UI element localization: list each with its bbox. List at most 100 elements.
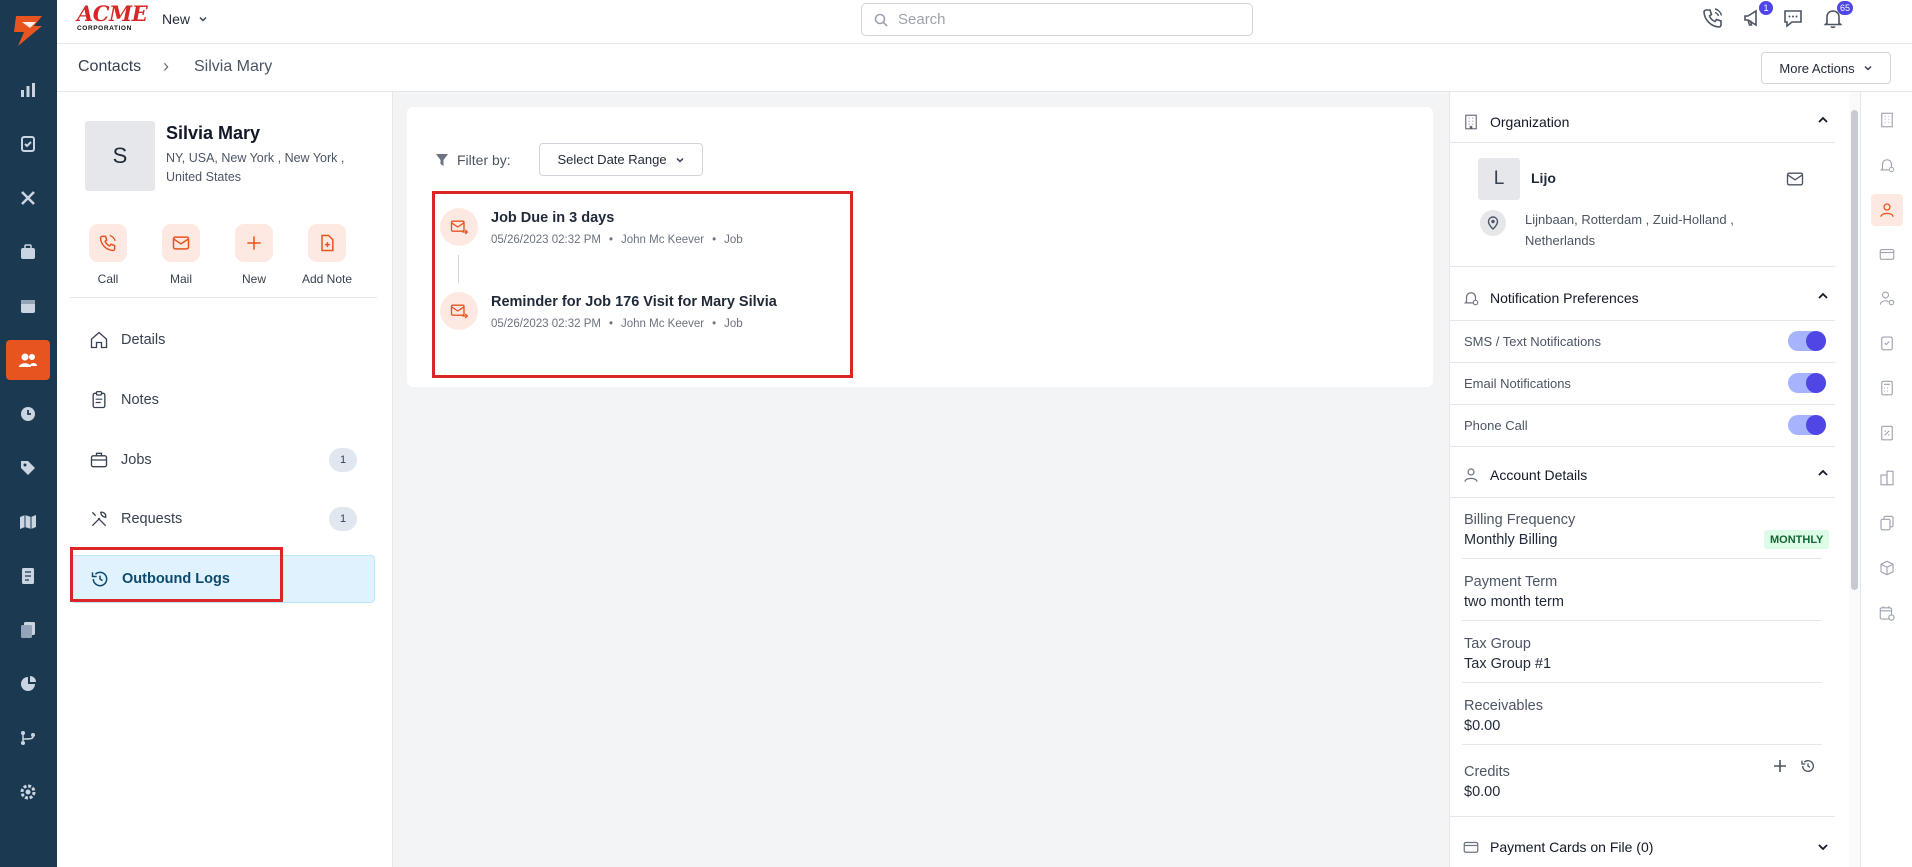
divider (1450, 816, 1835, 817)
chevron-down-icon (199, 16, 207, 22)
reports-nav-icon[interactable] (6, 664, 50, 704)
billing-frequency-label: Billing Frequency (1464, 512, 1576, 528)
notification-section-header[interactable]: Notification Preferences (1462, 286, 1840, 310)
megaphone-icon[interactable]: 1 (1741, 1, 1773, 32)
phone-icon[interactable] (1701, 6, 1727, 32)
home-icon (90, 331, 108, 349)
building-icon (1465, 114, 1477, 130)
notification-badge: 65 (1836, 1, 1853, 15)
organization-section-header[interactable]: Organization (1462, 110, 1840, 134)
bell-icon[interactable]: 65 (1821, 1, 1853, 32)
date-range-select[interactable]: Select Date Range (539, 143, 703, 176)
company-logo[interactable]: ACME CORPORATION (77, 3, 148, 33)
chat-icon[interactable] (1781, 6, 1807, 32)
payment-term-value: two month term (1464, 594, 1564, 610)
contact-nav-requests[interactable]: Requests 1 (71, 495, 375, 543)
tax-shortcut-icon[interactable] (1871, 417, 1903, 449)
phone-call-toggle[interactable] (1788, 415, 1826, 435)
account-shortcut-icon[interactable] (1871, 194, 1903, 226)
divider (1462, 558, 1822, 559)
chevron-down-icon (1818, 844, 1828, 851)
settings-nav-icon[interactable] (6, 772, 50, 812)
organization-shortcut-icon[interactable] (1871, 104, 1903, 136)
user-settings-shortcut-icon[interactable] (1871, 282, 1903, 314)
credits-label: Credits (1464, 764, 1510, 780)
schedule-shortcut-icon[interactable] (1871, 597, 1903, 629)
user-icon (1464, 468, 1478, 482)
organization-name[interactable]: Lijo (1531, 170, 1556, 186)
billing-frequency-value: Monthly Billing (1464, 532, 1558, 548)
contact-nav-details[interactable]: Details (71, 316, 375, 364)
package-shortcut-icon[interactable] (1871, 552, 1903, 584)
time-nav-icon[interactable] (6, 394, 50, 434)
tags-nav-icon[interactable] (6, 448, 50, 488)
map-nav-icon[interactable] (6, 502, 50, 542)
sms-toggle[interactable] (1788, 331, 1826, 351)
divider (1450, 142, 1835, 143)
search-input[interactable]: Search (861, 3, 1253, 36)
documents-nav-icon[interactable] (6, 610, 50, 650)
copy-shortcut-icon[interactable] (1871, 507, 1903, 539)
chevron-up-icon (1818, 469, 1828, 476)
details-scrollbar[interactable] (1849, 92, 1860, 867)
billing-badge: MONTHLY (1764, 530, 1830, 549)
credits-value: $0.00 (1464, 784, 1501, 800)
account-section-header[interactable]: Account Details (1462, 463, 1840, 487)
calculator-shortcut-icon[interactable] (1871, 372, 1903, 404)
contact-nav-outbound-logs[interactable]: Outbound Logs (71, 555, 375, 603)
email-toggle[interactable] (1788, 373, 1826, 393)
payment-card-shortcut-icon[interactable] (1871, 238, 1903, 270)
new-button[interactable]: New (214, 224, 294, 286)
add-note-icon (321, 234, 334, 252)
mail-button[interactable]: Mail (141, 224, 221, 286)
mail-icon (172, 236, 190, 250)
main-nav-rail (0, 0, 57, 867)
receivables-label: Receivables (1464, 698, 1543, 714)
payment-term-label: Payment Term (1464, 574, 1558, 590)
add-credit-icon[interactable] (1772, 758, 1788, 774)
add-note-button[interactable]: Add Note (287, 224, 367, 286)
breadcrumb: Contacts › Silvia Mary More Actions (57, 44, 1912, 92)
invoice-nav-icon[interactable] (6, 556, 50, 596)
outbound-logs-card: Filter by: Select Date Range Job Due in … (407, 107, 1433, 387)
credit-history-icon[interactable] (1800, 758, 1816, 774)
company-shortcut-icon[interactable] (1871, 462, 1903, 494)
scrollbar-thumb[interactable] (1851, 110, 1858, 590)
new-dropdown-button[interactable]: New (162, 11, 208, 27)
log-meta: 05/26/2023 02:32 PM • John Mc Keever • Job (491, 234, 743, 246)
mail-icon[interactable] (1785, 169, 1805, 189)
megaphone-badge: 1 (1759, 1, 1773, 15)
tax-group-value: Tax Group #1 (1464, 656, 1552, 672)
breadcrumb-separator-icon: › (163, 56, 169, 76)
contact-nav-jobs[interactable]: Jobs 1 (71, 436, 375, 484)
notification-shortcut-icon[interactable] (1871, 149, 1903, 181)
app-logo-icon[interactable] (8, 10, 48, 50)
call-button[interactable]: Call (68, 224, 148, 286)
contacts-nav-icon[interactable] (6, 340, 50, 380)
divider (1462, 682, 1822, 683)
checklist-shortcut-icon[interactable] (1871, 327, 1903, 359)
phone-call-row: Phone Call (1464, 413, 1834, 437)
more-actions-button[interactable]: More Actions (1761, 52, 1891, 84)
divider (1450, 446, 1835, 447)
briefcase-icon (90, 452, 108, 468)
location-pin-icon (1480, 210, 1506, 236)
phone-icon (99, 234, 116, 252)
workflow-nav-icon[interactable] (6, 718, 50, 758)
calendar-nav-icon[interactable] (6, 286, 50, 326)
tools-nav-icon[interactable] (6, 178, 50, 218)
breadcrumb-contacts-link[interactable]: Contacts (78, 58, 141, 76)
divider (1462, 620, 1822, 621)
details-panel: Organization L Lijo Lijnbaan, Rotterdam … (1449, 92, 1849, 867)
payment-cards-section-header[interactable]: Payment Cards on File (0) (1462, 835, 1840, 859)
email-log-icon (440, 208, 478, 246)
plus-icon (247, 236, 261, 250)
log-title[interactable]: Job Due in 3 days (491, 210, 614, 226)
chevron-up-icon (1818, 292, 1828, 299)
contact-nav-notes[interactable]: Notes (71, 376, 375, 424)
jobs-nav-icon[interactable] (6, 232, 50, 272)
tax-group-label: Tax Group (1464, 636, 1531, 652)
dashboard-icon[interactable] (6, 70, 50, 110)
log-title[interactable]: Reminder for Job 176 Visit for Mary Silv… (491, 294, 777, 310)
tasks-icon[interactable] (6, 124, 50, 164)
